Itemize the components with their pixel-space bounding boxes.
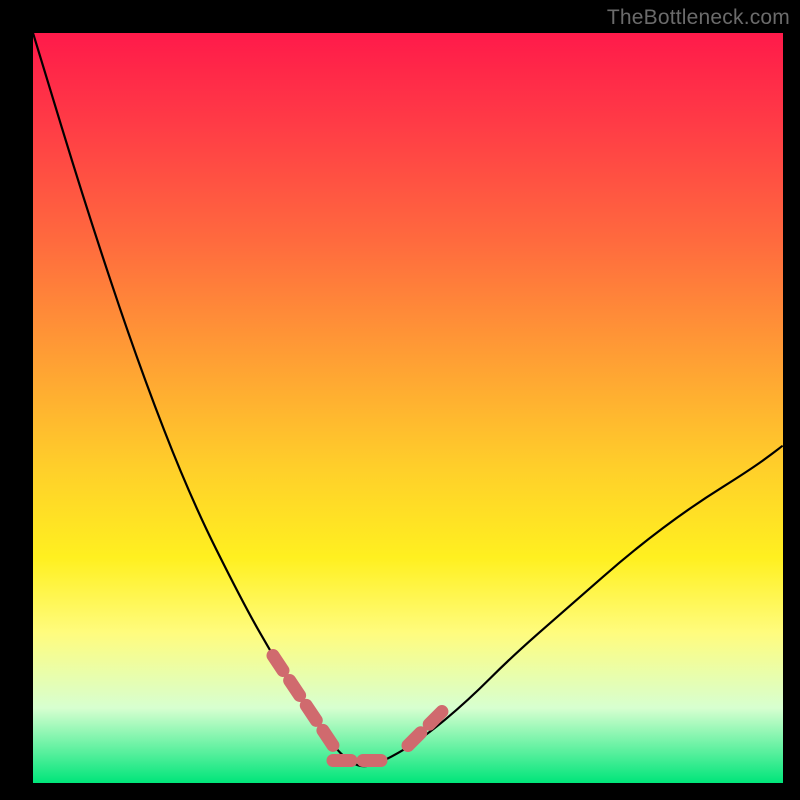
plot-area xyxy=(33,33,783,783)
watermark-text: TheBottleneck.com xyxy=(607,6,790,30)
highlight-left-dash xyxy=(273,656,333,746)
outer-frame: TheBottleneck.com xyxy=(0,0,800,800)
highlight-right-dash xyxy=(408,708,446,746)
bottleneck-curve-svg xyxy=(33,33,783,783)
bottleneck-curve xyxy=(33,33,783,766)
